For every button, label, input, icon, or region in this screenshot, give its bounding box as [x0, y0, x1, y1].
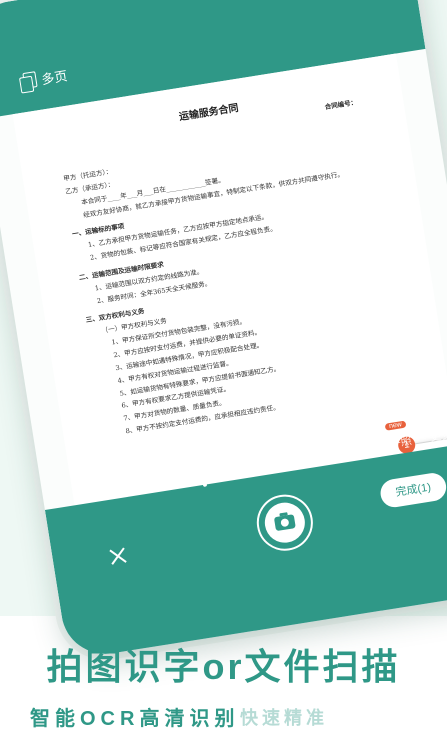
promo-subline: 智能OCR高清识别	[30, 708, 240, 730]
multi-page-label: 多页	[40, 68, 69, 88]
mode-more[interactable]: 更多	[429, 426, 447, 445]
document-body: 甲方（托运方）： 乙方（承运方）： 本合同于____年___月___日在______…	[62, 124, 413, 441]
mode-photo-text[interactable]: 拍图识字	[174, 457, 232, 486]
phone-frame: 多页 运输服务合同 合同编号： 甲方（托运方）： 乙方（承运方）： 本合同于____…	[0, 0, 447, 661]
promo-subline-faded: 快速精准	[240, 708, 328, 728]
close-icon[interactable]	[108, 546, 129, 567]
active-mode-dot	[202, 482, 208, 487]
mode-id-copy[interactable]: 证件复印	[314, 440, 360, 463]
promo-headline: 拍图识字or文件扫描	[46, 646, 401, 687]
pages-icon	[18, 71, 37, 91]
shutter-inner	[261, 499, 308, 546]
multi-page-button[interactable]: 多页	[18, 65, 68, 91]
mode-document-scan[interactable]: 文件扫描	[251, 450, 297, 473]
camera-icon	[273, 514, 296, 532]
mode-id-photo[interactable]: 证件照	[378, 432, 413, 453]
